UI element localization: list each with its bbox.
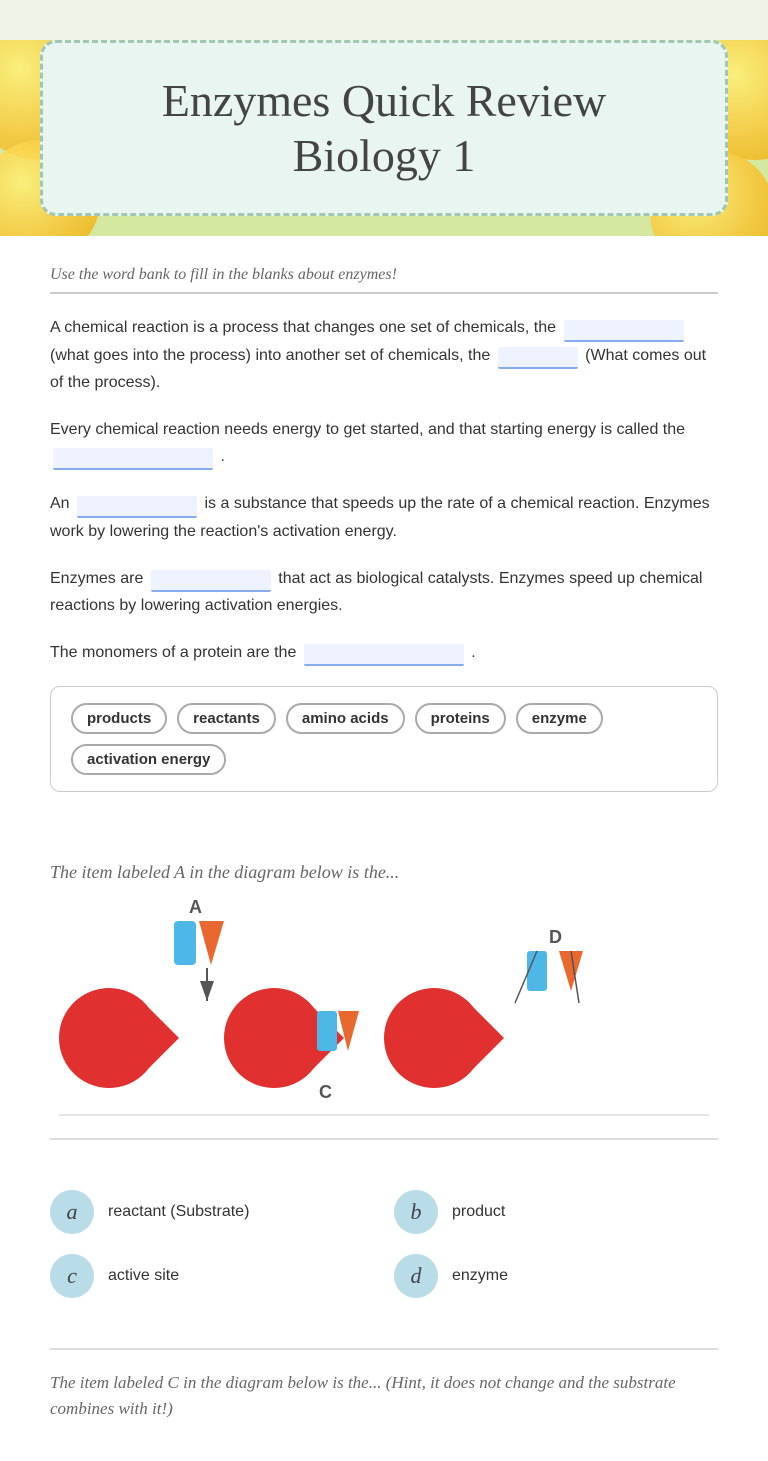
paragraph-5: The monomers of a protein are the . <box>50 639 718 666</box>
label-c: C <box>319 1082 332 1102</box>
p2-text-after: . <box>220 448 224 465</box>
substrate-blue-c <box>317 1011 337 1051</box>
product-orange-d <box>559 951 583 991</box>
title-card: Enzymes Quick Review Biology 1 <box>40 40 728 216</box>
chip-activation-energy[interactable]: activation energy <box>71 744 226 775</box>
substrate-blue-a <box>174 921 196 965</box>
answer-options-grid: a reactant (Substrate) b product c activ… <box>0 1170 768 1318</box>
enzyme-diagram: A B → C → D <box>50 893 718 1123</box>
chip-products[interactable]: products <box>71 703 167 734</box>
main-content: Use the word bank to fill in the blanks … <box>0 236 768 842</box>
p1-text-before: A chemical reaction is a process that ch… <box>50 319 561 336</box>
label-d: D <box>549 927 562 947</box>
p4-text-before: Enzymes are <box>50 570 148 587</box>
label-a: A <box>189 897 202 917</box>
chip-proteins[interactable]: proteins <box>415 703 506 734</box>
p5-text-before: The monomers of a protein are the <box>50 644 301 661</box>
answer-option-a: a reactant (Substrate) <box>50 1190 374 1234</box>
bottom-question-text: The item labeled C in the diagram below … <box>50 1370 718 1421</box>
enzyme-right <box>384 988 504 1088</box>
paragraph-1: A chemical reaction is a process that ch… <box>50 314 718 396</box>
chip-reactants[interactable]: reactants <box>177 703 276 734</box>
section-divider <box>50 1138 718 1140</box>
badge-a[interactable]: a <box>50 1190 94 1234</box>
instruction-text: Use the word bank to fill in the blanks … <box>50 266 718 294</box>
p3-text-before: An <box>50 495 74 512</box>
blank-amino-acids[interactable] <box>304 644 464 666</box>
blank-enzyme[interactable] <box>77 496 197 518</box>
paragraph-2: Every chemical reaction needs energy to … <box>50 416 718 470</box>
blank-products[interactable] <box>498 347 578 369</box>
blank-activation-energy[interactable] <box>53 448 213 470</box>
p2-text-before: Every chemical reaction needs energy to … <box>50 421 685 438</box>
badge-b[interactable]: b <box>394 1190 438 1234</box>
paragraph-3: An is a substance that speeds up the rat… <box>50 490 718 544</box>
option-text-b: product <box>452 1203 505 1221</box>
paragraph-4: Enzymes are that act as biological catal… <box>50 565 718 619</box>
diagram-question-1: The item labeled A in the diagram below … <box>50 862 718 883</box>
diagram-section: The item labeled A in the diagram below … <box>0 842 768 1170</box>
option-text-d: enzyme <box>452 1267 508 1285</box>
blank-proteins[interactable] <box>151 570 271 592</box>
substrate-orange-c <box>338 1011 359 1051</box>
bottom-divider <box>50 1348 718 1350</box>
chip-enzyme[interactable]: enzyme <box>516 703 603 734</box>
badge-c[interactable]: c <box>50 1254 94 1298</box>
word-bank: products reactants amino acids proteins … <box>50 686 718 792</box>
answer-option-d: d enzyme <box>394 1254 718 1298</box>
page-title: Enzymes Quick Review Biology 1 <box>83 73 685 183</box>
p5-text-after: . <box>471 644 475 661</box>
badge-d[interactable]: d <box>394 1254 438 1298</box>
enzyme-left <box>59 988 179 1088</box>
product-blue-d <box>527 951 547 991</box>
answer-option-c: c active site <box>50 1254 374 1298</box>
bottom-section: The item labeled C in the diagram below … <box>0 1318 768 1461</box>
answer-option-b: b product <box>394 1190 718 1234</box>
chip-amino-acids[interactable]: amino acids <box>286 703 405 734</box>
option-text-a: reactant (Substrate) <box>108 1203 249 1221</box>
option-text-c: active site <box>108 1267 179 1285</box>
p1-text-middle: (what goes into the process) into anothe… <box>50 347 495 364</box>
blank-reactants[interactable] <box>564 320 684 342</box>
substrate-orange-a <box>199 921 224 965</box>
